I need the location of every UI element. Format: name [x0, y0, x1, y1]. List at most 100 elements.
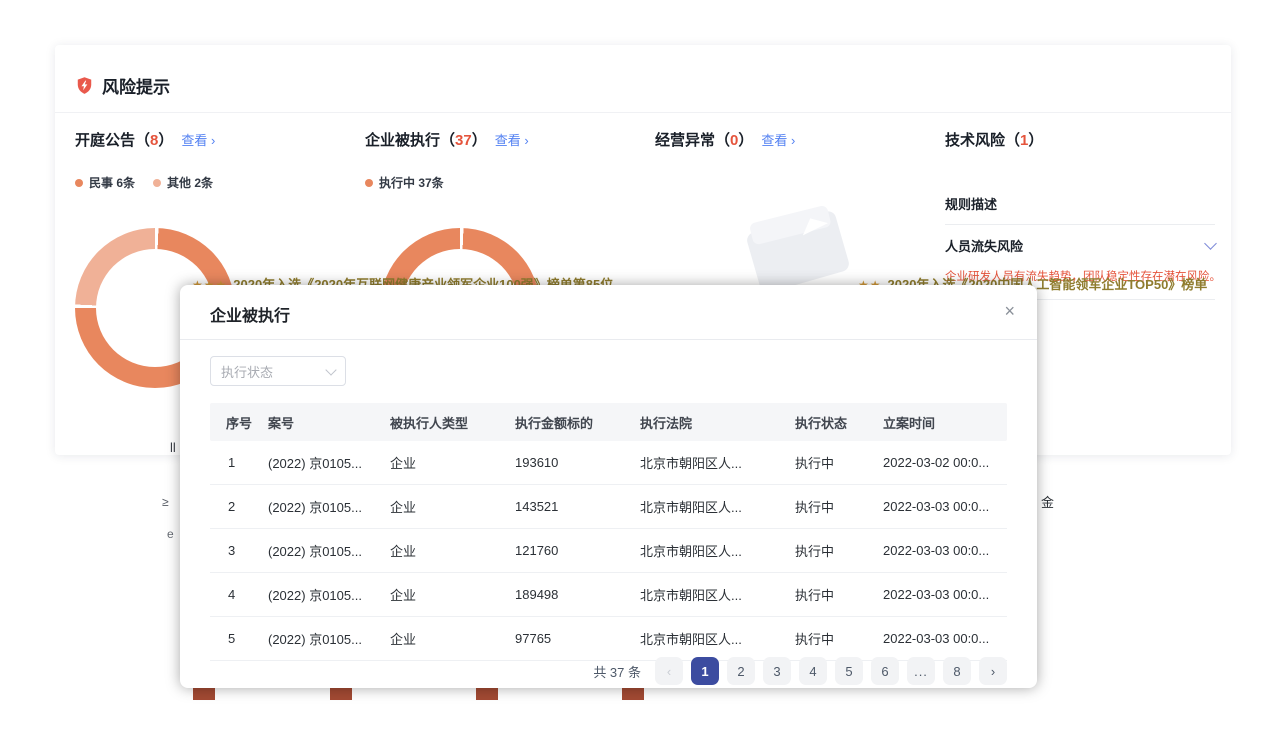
- legend-dot-icon: [365, 179, 373, 187]
- page-button-6[interactable]: 6: [871, 657, 899, 685]
- paren: ）: [738, 129, 753, 150]
- table-cell: 121760: [515, 529, 640, 573]
- section-title: 技术风险: [945, 129, 1005, 150]
- table-cell: 143521: [515, 485, 640, 529]
- column-header: 序号: [210, 403, 268, 441]
- paren: ）: [472, 129, 487, 150]
- total-count-label: 共 37 条: [593, 662, 641, 681]
- paren: ）: [1028, 129, 1043, 150]
- panel-title: 风险提示: [102, 73, 170, 98]
- prev-page-button[interactable]: ‹: [655, 657, 683, 685]
- close-icon[interactable]: ×: [1004, 300, 1015, 322]
- table-cell: 企业: [390, 441, 515, 485]
- table-cell: 执行中: [795, 441, 883, 485]
- section-title: 企业被执行: [365, 129, 440, 150]
- view-link-enterprise-executed[interactable]: 查看 ›: [495, 130, 529, 149]
- table-cell: (2022) 京0105...: [268, 529, 390, 573]
- legend-label: 其他 2条: [167, 174, 213, 191]
- page-button-2[interactable]: 2: [727, 657, 755, 685]
- table-row: 2(2022) 京0105...企业143521北京市朝阳区人...执行中202…: [210, 485, 1007, 529]
- pagination-pages: ‹ 123456... 8 ›: [655, 657, 1007, 685]
- ellipsis-page-button[interactable]: ...: [907, 657, 935, 685]
- table-cell: (2022) 京0105...: [268, 485, 390, 529]
- table-cell: 193610: [515, 441, 640, 485]
- risk-collapse-row[interactable]: 人员流失风险: [945, 236, 1215, 255]
- table-row: 1(2022) 京0105...企业193610北京市朝阳区人...执行中202…: [210, 441, 1007, 485]
- page-button-1[interactable]: 1: [691, 657, 719, 685]
- table-cell: 189498: [515, 573, 640, 617]
- table-cell: 5: [210, 617, 268, 661]
- table-cell: 北京市朝阳区人...: [640, 617, 795, 661]
- background-text-fragment: ll: [170, 440, 176, 455]
- paren: （: [135, 129, 150, 150]
- table-cell: 2022-03-03 00:0...: [883, 529, 1007, 573]
- table-cell: 企业: [390, 529, 515, 573]
- rule-divider: [945, 224, 1215, 225]
- table-cell: (2022) 京0105...: [268, 573, 390, 617]
- execution-status-select[interactable]: 执行状态: [210, 356, 346, 386]
- column-header: 执行法院: [640, 403, 795, 441]
- section-count: 8: [150, 132, 158, 149]
- background-bar-fragment: [476, 687, 498, 700]
- legend-dot-icon: [153, 179, 161, 187]
- view-link-business-abnormality[interactable]: 查看 ›: [761, 130, 795, 149]
- page-button-8[interactable]: 8: [943, 657, 971, 685]
- table-cell: 1: [210, 441, 268, 485]
- screen: 风险提示 开庭公告（8） 查看 › 民事 6条 其他 2条 企业被执行（37） 查…: [0, 0, 1267, 754]
- background-text-fragment: e: [167, 527, 174, 541]
- modal-header: 企业被执行 ×: [180, 285, 1037, 340]
- table-cell: 2022-03-02 00:0...: [883, 441, 1007, 485]
- table-cell: 2022-03-03 00:0...: [883, 573, 1007, 617]
- table-cell: 企业: [390, 617, 515, 661]
- chevron-right-icon: ›: [211, 133, 215, 148]
- next-page-button[interactable]: ›: [979, 657, 1007, 685]
- table-cell: 北京市朝阳区人...: [640, 485, 795, 529]
- table-cell: 执行中: [795, 485, 883, 529]
- header-divider: [55, 112, 1231, 113]
- background-text-fragment: ≥: [162, 495, 169, 509]
- section-title-row: 技术风险（1）: [945, 129, 1233, 150]
- risk-title: 人员流失风险: [945, 236, 1023, 255]
- section-title-row: 企业被执行（37） 查看 ›: [365, 129, 529, 150]
- chevron-down-icon[interactable]: [1204, 237, 1217, 250]
- column-header: 被执行人类型: [390, 403, 515, 441]
- chevron-right-icon: ›: [524, 133, 528, 148]
- chevron-down-icon: [325, 364, 336, 375]
- column-header: 执行金额标的: [515, 403, 640, 441]
- section-title-row: 开庭公告（8） 查看 ›: [75, 129, 215, 150]
- execution-table-head-row: 序号案号被执行人类型执行金额标的执行法院执行状态立案时间: [210, 403, 1007, 441]
- execution-table: 序号案号被执行人类型执行金额标的执行法院执行状态立案时间 1(2022) 京01…: [210, 403, 1007, 661]
- table-cell: (2022) 京0105...: [268, 441, 390, 485]
- execution-table-body: 1(2022) 京0105...企业193610北京市朝阳区人...执行中202…: [210, 441, 1007, 661]
- page-button-5[interactable]: 5: [835, 657, 863, 685]
- column-header: 案号: [268, 403, 390, 441]
- rule-description-heading: 规则描述: [945, 194, 1233, 213]
- section-count: 0: [730, 132, 738, 149]
- table-cell: 3: [210, 529, 268, 573]
- legend-dot-icon: [75, 179, 83, 187]
- empty-state-illustration: [745, 210, 851, 295]
- modal-title: 企业被执行: [210, 302, 290, 326]
- table-cell: 2022-03-03 00:0...: [883, 617, 1007, 661]
- section-title: 经营异常: [655, 129, 715, 150]
- page-button-3[interactable]: 3: [763, 657, 791, 685]
- legend-item: 其他 2条: [153, 174, 213, 191]
- risk-shield-icon: [75, 76, 94, 95]
- section-title-row: 经营异常（0） 查看 ›: [655, 129, 795, 150]
- table-cell: 企业: [390, 485, 515, 529]
- table-cell: 97765: [515, 617, 640, 661]
- table-cell: 2022-03-03 00:0...: [883, 485, 1007, 529]
- background-text-fragment: 金: [1041, 492, 1054, 511]
- paren: （: [1005, 129, 1020, 150]
- table-cell: 企业: [390, 573, 515, 617]
- table-cell: 2: [210, 485, 268, 529]
- page-button-4[interactable]: 4: [799, 657, 827, 685]
- table-cell: 北京市朝阳区人...: [640, 529, 795, 573]
- legend-label: 民事 6条: [89, 174, 135, 191]
- table-row: 5(2022) 京0105...企业97765北京市朝阳区人...执行中2022…: [210, 617, 1007, 661]
- background-bar-fragment: [193, 687, 215, 700]
- table-cell: 执行中: [795, 529, 883, 573]
- enterprise-executed-modal: 企业被执行 × 执行状态 序号案号被执行人类型执行金额标的执行法院执行状态立案时…: [180, 285, 1037, 688]
- view-link-court-announcements[interactable]: 查看 ›: [181, 130, 215, 149]
- chevron-right-icon: ›: [791, 133, 795, 148]
